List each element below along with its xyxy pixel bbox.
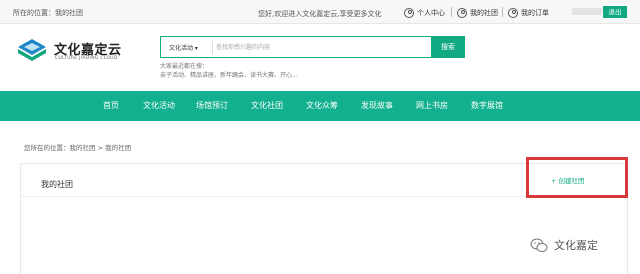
divider (212, 41, 213, 54)
welcome-text: 您好,欢迎进入文化嘉定云,享受更多文化 (258, 10, 382, 18)
logout-button[interactable]: 退出 (603, 6, 627, 18)
nav-item-clubs[interactable]: 文化社团 (251, 100, 283, 111)
nav-item-venue-booking[interactable]: 场馆预订 (196, 100, 228, 111)
search-category-select[interactable]: 文化活动 ▾ (169, 43, 198, 52)
user-icon (404, 7, 414, 18)
hot-search-label: 大家最近都在搜： (160, 63, 209, 70)
my-order-link[interactable]: 我的订单 (508, 6, 549, 19)
nav-item-online-library[interactable]: 网上书房 (416, 100, 448, 111)
nav-item-crowdfunding[interactable]: 文化众筹 (306, 100, 338, 111)
watermark-text: 文化嘉定 (554, 239, 598, 252)
search-button[interactable]: 搜索 (431, 36, 465, 58)
club-icon (457, 7, 467, 18)
logo-mark-icon (18, 39, 46, 61)
top-bar: 所在的位置：我的社团 您好,欢迎进入文化嘉定云,享受更多文化 个人中心 我的社团… (0, 0, 640, 24)
create-club-highlight: + 创建社团 (526, 157, 628, 198)
my-club-link[interactable]: 我的社团 (457, 6, 498, 19)
hot-search-terms[interactable]: 亲子活动、精品讲座、新年踊会、读书大赛、开心... (160, 71, 298, 80)
personal-center-link[interactable]: 个人中心 (404, 6, 445, 19)
search-input[interactable] (216, 40, 426, 55)
top-location: 所在的位置：我的社团 (13, 9, 83, 17)
divider (502, 7, 503, 17)
hot-searches: 大家最近都在搜： 亲子活动、精品讲座、新年踊会、读书大赛、开心... (160, 62, 298, 80)
logo-subtitle: CULTURE JIADING CLOUD (55, 56, 118, 61)
site-logo[interactable]: 文化嘉定云 CULTURE JIADING CLOUD (14, 36, 164, 70)
nav-item-home[interactable]: 首页 (103, 100, 119, 111)
username-redacted (572, 8, 602, 15)
breadcrumb: 您所在的位置：我的社团 > 我的社团 (24, 144, 132, 152)
divider (451, 7, 452, 17)
create-club-button[interactable]: + 创建社团 (551, 175, 585, 185)
watermark: 文化嘉定 (530, 236, 598, 254)
panel-title: 我的社团 (41, 180, 73, 189)
search-bar: 文化活动 ▾ 搜索 (160, 36, 465, 58)
main-nav: 首页 文化活动 场馆预订 文化社团 文化众筹 发现故事 网上书房 数字展馆 (0, 91, 640, 121)
wechat-icon (530, 238, 548, 252)
nav-item-stories[interactable]: 发现故事 (361, 100, 393, 111)
nav-item-activities[interactable]: 文化活动 (143, 100, 175, 111)
order-icon (508, 7, 518, 18)
nav-item-digital-museum[interactable]: 数字展馆 (471, 100, 503, 111)
